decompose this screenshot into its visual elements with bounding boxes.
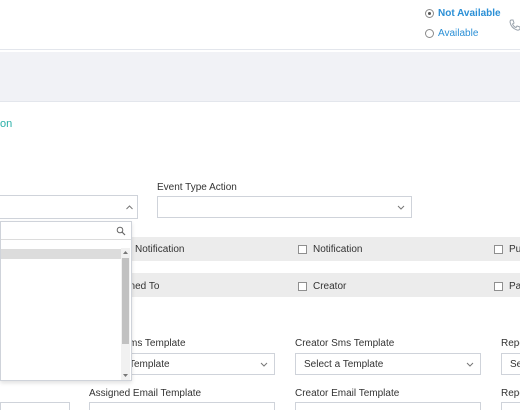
event-type-action-label: Event Type Action [157,182,237,193]
page-header-bar [0,52,520,102]
creator-sms-template-label: Creator Sms Template [295,338,395,349]
report-sms-template-value: Se [510,358,520,370]
event-type-select[interactable] [0,195,138,219]
top-bar: Not Available Available [0,0,520,50]
assigned-email-left-select[interactable] [0,402,70,410]
assigned-email-template-select[interactable] [89,402,275,410]
report-sms-template-label: Repo [501,338,520,349]
notification-col1-label: Notification [135,244,185,255]
assigned-sms-template-value: Template [129,358,170,370]
checkbox-icon[interactable] [298,282,307,291]
chevron-down-icon [397,205,405,210]
scroll-down-arrow-icon[interactable] [122,372,129,379]
creator-email-template-select[interactable] [295,402,481,410]
section-title: on [0,118,13,130]
search-icon [116,226,126,236]
notification-col2-label: Notification [313,244,363,255]
dropdown-search-input[interactable] [1,222,131,240]
notification-col3[interactable]: Pu [494,244,520,255]
dropdown-option-highlighted[interactable] [1,249,122,259]
phone-icon[interactable] [508,18,520,32]
radio-selected-icon[interactable] [425,9,434,18]
assigned-sms-template-label: sms Template [124,338,186,349]
status-option-not-available[interactable]: Not Available [425,8,501,19]
notification-col2[interactable]: Notification [298,244,362,255]
chevron-down-icon [466,362,474,367]
radio-unselected-icon[interactable] [425,29,434,38]
event-type-dropdown[interactable] [0,221,132,381]
scrollbar-thumb[interactable] [122,258,129,344]
notification-col1[interactable]: Notification [135,244,184,255]
assigned-col3-label: Pa [509,281,520,292]
status-label-available: Available [438,28,479,39]
chevron-down-icon [260,362,268,367]
status-option-available[interactable]: Available [425,28,478,39]
checkbox-icon[interactable] [494,245,503,254]
notification-col3-label: Pu [509,244,520,255]
report-email-template-select[interactable] [501,402,520,410]
dropdown-scrollbar[interactable] [121,248,130,380]
assigned-email-template-label: Assigned Email Template [89,388,202,399]
creator-sms-template-select[interactable]: Select a Template [295,353,481,375]
scroll-up-arrow-icon[interactable] [122,249,129,256]
report-sms-template-select[interactable]: Se [501,353,520,375]
checkbox-icon[interactable] [298,245,307,254]
status-label-not-available: Not Available [438,8,501,19]
report-email-template-label: Repo [501,388,520,399]
event-type-action-select[interactable] [157,196,412,218]
assigned-col2-label: Creator [313,281,347,292]
creator-email-template-label: Creator Email Template [295,388,400,399]
checkbox-icon[interactable] [494,282,503,291]
assigned-col2[interactable]: Creator [298,281,346,292]
chevron-up-icon[interactable] [125,203,134,212]
creator-sms-template-value: Select a Template [304,358,384,370]
assigned-sms-template-select[interactable]: Template [120,353,275,375]
assigned-col3[interactable]: Pa [494,281,520,292]
